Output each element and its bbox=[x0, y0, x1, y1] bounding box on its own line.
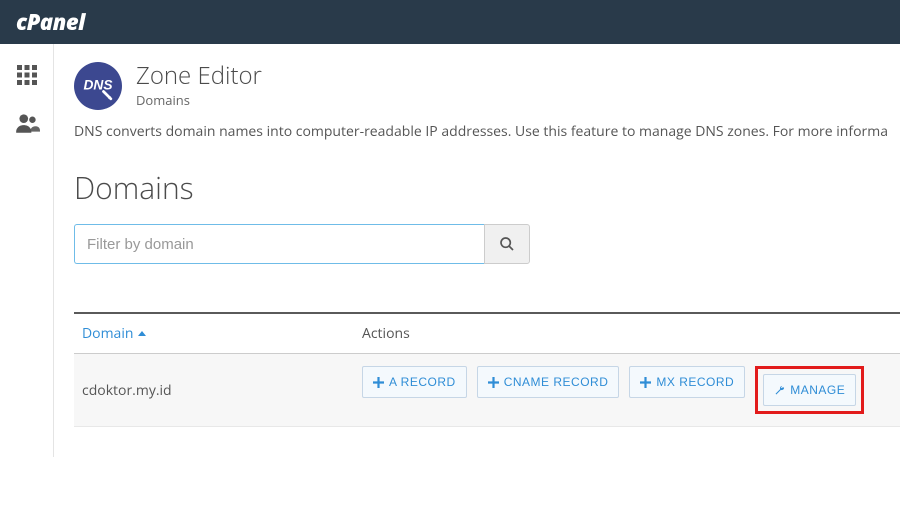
search-icon bbox=[499, 236, 515, 252]
chevron-up-icon bbox=[137, 329, 147, 339]
domain-cell: cdoktor.my.id bbox=[74, 354, 354, 427]
top-bar: cPanel bbox=[0, 0, 900, 44]
actions-column-header: Actions bbox=[354, 313, 900, 354]
table-row: cdoktor.my.id A RECORD CNAME RECORD bbox=[74, 354, 900, 427]
dns-icon: DNS bbox=[74, 62, 122, 110]
main-content: DNS Zone Editor Domains DNS converts dom… bbox=[54, 44, 900, 457]
brand-logo: cPanel bbox=[16, 7, 85, 37]
sidebar bbox=[0, 44, 54, 457]
plus-icon bbox=[488, 377, 499, 388]
apps-grid-icon[interactable] bbox=[14, 62, 40, 88]
wrench-icon bbox=[774, 385, 785, 396]
users-icon[interactable] bbox=[14, 110, 40, 136]
highlight-annotation: MANAGE bbox=[755, 366, 864, 414]
mx-record-button[interactable]: MX RECORD bbox=[629, 366, 745, 398]
domain-column-header[interactable]: Domain bbox=[82, 324, 147, 343]
plus-icon bbox=[373, 377, 384, 388]
cname-record-button[interactable]: CNAME RECORD bbox=[477, 366, 620, 398]
svg-text:DNS: DNS bbox=[83, 78, 113, 93]
section-heading: Domains bbox=[74, 167, 900, 208]
filter-input[interactable] bbox=[74, 224, 484, 264]
page-description: DNS converts domain names into computer-… bbox=[74, 122, 900, 141]
plus-icon bbox=[640, 377, 651, 388]
domains-table: Domain Actions cdoktor.my.id A RECORD bbox=[74, 312, 900, 427]
a-record-button[interactable]: A RECORD bbox=[362, 366, 467, 398]
page-title: Zone Editor bbox=[136, 63, 262, 89]
manage-button[interactable]: MANAGE bbox=[763, 374, 856, 406]
page-subtitle: Domains bbox=[136, 91, 262, 109]
search-button[interactable] bbox=[484, 224, 530, 264]
